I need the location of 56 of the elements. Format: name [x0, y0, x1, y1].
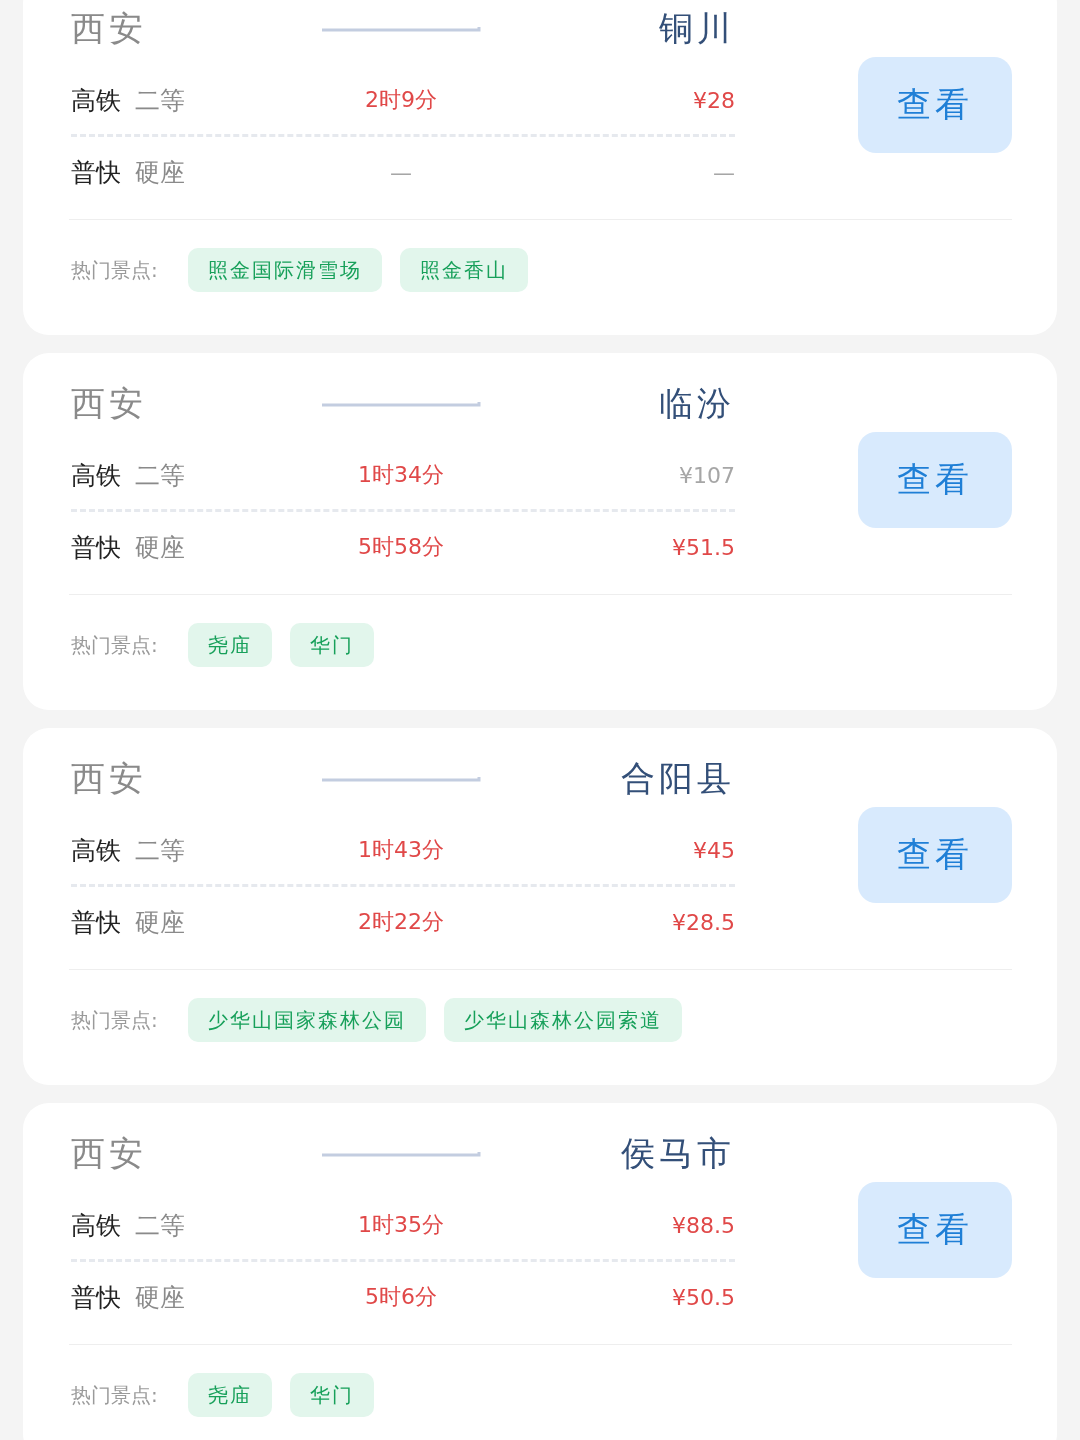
view-button[interactable]: 查看 — [858, 432, 1012, 528]
attraction-tag[interactable]: 华门 — [289, 1373, 374, 1417]
travel-time: 1时35分 — [358, 1212, 444, 1237]
travel-time: 2时9分 — [365, 87, 437, 112]
travel-time: 1时34分 — [358, 462, 444, 487]
attraction-tag[interactable]: 尧庙 — [187, 1373, 272, 1417]
travel-time: 5时58分 — [358, 534, 444, 559]
train-type: 高铁 — [71, 834, 121, 867]
view-button[interactable]: 查看 — [858, 1182, 1012, 1278]
travel-time: — — [390, 159, 412, 185]
destination-city: 铜川 — [658, 7, 735, 50]
ticket-price: ¥50.5 — [672, 1284, 735, 1310]
train-type: 普快 — [71, 1281, 121, 1314]
train-type: 高铁 — [71, 84, 121, 117]
attraction-tag[interactable]: 华门 — [289, 623, 374, 667]
ticket-price: ¥107 — [679, 462, 735, 488]
train-type: 普快 — [71, 531, 121, 564]
ticket-price: ¥88.5 — [672, 1212, 735, 1238]
seat-class: 硬座 — [135, 906, 185, 939]
seat-class: 硬座 — [135, 1281, 185, 1314]
train-type: 普快 — [71, 156, 121, 189]
origin-city: 西安 — [71, 7, 148, 50]
travel-time: 5时6分 — [365, 1284, 437, 1309]
origin-city: 西安 — [71, 382, 148, 425]
attraction-tag[interactable]: 照金香山 — [399, 248, 528, 292]
ticket-price: — — [713, 159, 735, 185]
attractions-label: 热门景点: — [71, 256, 158, 284]
ticket-price: ¥45 — [693, 837, 735, 863]
origin-city: 西安 — [71, 757, 148, 800]
seat-class: 硬座 — [135, 156, 185, 189]
seat-class: 二等 — [135, 1209, 185, 1242]
ticket-price: ¥51.5 — [672, 534, 735, 560]
origin-city: 西安 — [71, 1132, 148, 1175]
ticket-price: ¥28.5 — [672, 909, 735, 935]
train-type: 普快 — [71, 906, 121, 939]
attractions-label: 热门景点: — [71, 631, 158, 659]
seat-class: 硬座 — [135, 531, 185, 564]
destination-city: 侯马市 — [620, 1132, 735, 1175]
attraction-tag[interactable]: 尧庙 — [187, 623, 272, 667]
view-button[interactable]: 查看 — [858, 57, 1012, 153]
ticket-price: ¥28 — [693, 87, 735, 113]
attraction-tag[interactable]: 照金国际滑雪场 — [187, 248, 382, 292]
destination-city: 临汾 — [658, 382, 735, 425]
train-type: 高铁 — [71, 459, 121, 492]
travel-time: 2时22分 — [358, 909, 444, 934]
seat-class: 二等 — [135, 459, 185, 492]
train-type: 高铁 — [71, 1209, 121, 1242]
travel-time: 1时43分 — [358, 837, 444, 862]
attractions-label: 热门景点: — [71, 1381, 158, 1409]
destination-city: 合阳县 — [620, 757, 735, 800]
attraction-tag[interactable]: 少华山国家森林公园 — [187, 998, 426, 1042]
seat-class: 二等 — [135, 834, 185, 867]
view-button[interactable]: 查看 — [858, 807, 1012, 903]
seat-class: 二等 — [135, 84, 185, 117]
attraction-tag[interactable]: 少华山森林公园索道 — [443, 998, 682, 1042]
attractions-label: 热门景点: — [71, 1006, 158, 1034]
